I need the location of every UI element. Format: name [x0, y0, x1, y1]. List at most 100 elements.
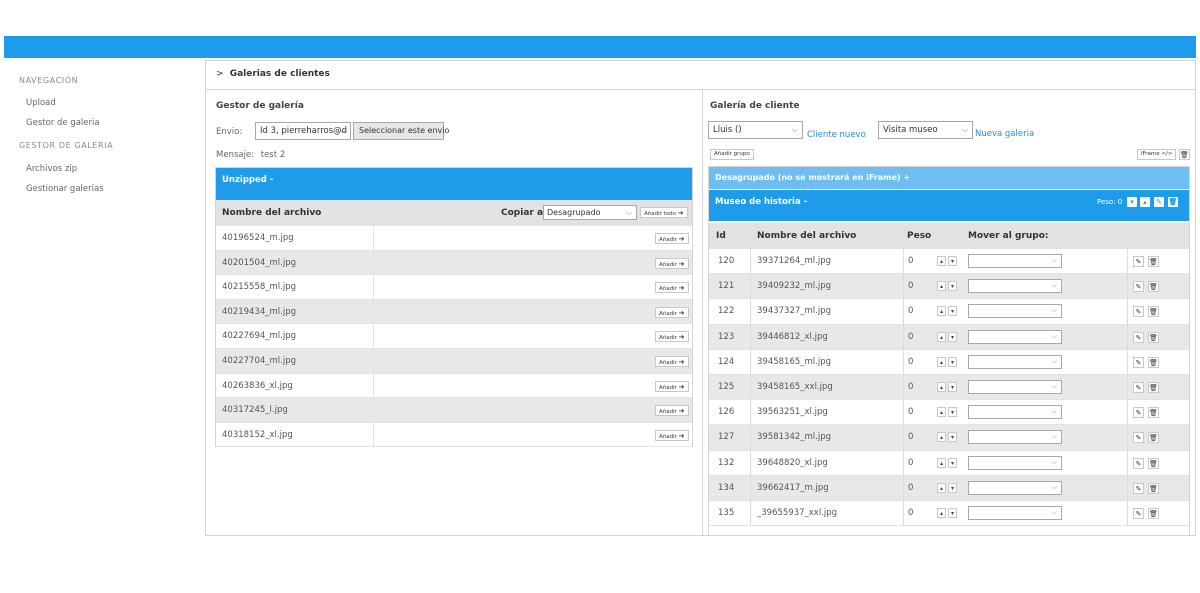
edit-icon[interactable]: ✎: [1133, 457, 1144, 469]
chevron-down-icon[interactable]: ▾: [948, 432, 957, 443]
chevron-down-icon[interactable]: ▾: [1127, 197, 1137, 207]
select-envio-button[interactable]: Seleccionar este envio: [353, 122, 449, 140]
add-file-button[interactable]: Añadir ➔: [655, 306, 689, 318]
trash-icon[interactable]: 🗑: [1148, 382, 1159, 393]
arrow-right-icon: ➔: [678, 333, 685, 342]
edit-icon[interactable]: ✎: [1133, 407, 1144, 419]
chevron-down-icon[interactable]: ▾: [948, 281, 957, 292]
chevron-down-icon[interactable]: ▾: [948, 482, 957, 493]
chevron-up-icon[interactable]: ▴: [937, 432, 946, 443]
add-file-button[interactable]: Añadir ➔: [655, 356, 689, 367]
trash-icon[interactable]: 🗑: [1148, 356, 1159, 368]
move-group-select[interactable]: ⌵: [968, 455, 1062, 470]
add-file-button[interactable]: Añadir ➔: [655, 331, 689, 343]
sidebar-item-upload[interactable]: Upload: [26, 98, 56, 108]
trash-icon[interactable]: 🗑: [1179, 149, 1190, 160]
move-group-select[interactable]: ⌵: [968, 405, 1062, 420]
add-file-button[interactable]: Añadir ➔: [655, 429, 689, 441]
add-file-button[interactable]: Añadir ➔: [655, 380, 689, 392]
trash-icon[interactable]: 🗑: [1148, 457, 1159, 469]
add-file-button[interactable]: Añadir ➔: [655, 282, 689, 294]
chevron-down-icon[interactable]: ▾: [948, 508, 957, 518]
edit-icon[interactable]: ✎: [1133, 482, 1144, 494]
move-group-select[interactable]: ⌵: [968, 304, 1062, 319]
trash-icon[interactable]: 🗑: [1148, 508, 1159, 519]
ungrouped-header[interactable]: Desagrupado (no se mostrará en iFrame) +: [709, 167, 1189, 189]
chevron-up-icon[interactable]: ▴: [937, 256, 946, 266]
edit-icon[interactable]: ✎: [1133, 281, 1144, 293]
sidebar-item-archivos-zip[interactable]: Archivos zip: [26, 164, 77, 174]
trash-icon[interactable]: 🗑: [1148, 256, 1159, 267]
trash-icon[interactable]: 🗑: [1148, 281, 1159, 293]
move-group-select[interactable]: ⌵: [968, 430, 1062, 445]
sidebar-item-gestionar-galerias[interactable]: Gestionar galerias: [26, 184, 104, 194]
trash-icon[interactable]: 🗑: [1148, 306, 1159, 318]
chevron-up-icon[interactable]: ▴: [937, 306, 946, 317]
chevron-up-icon[interactable]: ▴: [937, 331, 946, 342]
chevron-down-icon[interactable]: ▾: [948, 457, 957, 468]
edit-icon[interactable]: ✎: [1133, 331, 1144, 343]
files-table-header: Nombre del archivo Copiar a: Desagrupado…: [216, 200, 692, 226]
column-divider: [750, 324, 751, 349]
chevron-up-icon[interactable]: ▴: [937, 281, 946, 292]
trash-icon[interactable]: 🗑: [1148, 407, 1159, 419]
chevron-up-icon[interactable]: ▴: [937, 407, 946, 418]
chevron-up-icon[interactable]: ▴: [937, 457, 946, 468]
client-select[interactable]: Lluis () ⌵: [708, 121, 803, 139]
add-file-button[interactable]: Añadir ➔: [655, 405, 689, 417]
move-group-select[interactable]: ⌵: [968, 480, 1062, 495]
add-group-button[interactable]: Añadir grupo: [710, 149, 754, 160]
chevron-up-icon[interactable]: ▴: [1140, 197, 1150, 207]
trash-icon[interactable]: 🗑: [1168, 197, 1178, 207]
move-group-select[interactable]: ⌵: [968, 329, 1062, 344]
edit-icon[interactable]: ✎: [1133, 432, 1144, 444]
envio-select[interactable]: Id 3, pierreharros@d ⌵: [255, 122, 351, 140]
chevron-down-icon[interactable]: ▾: [948, 256, 957, 266]
new-gallery-link[interactable]: Nueva galeria: [975, 129, 1034, 139]
chevron-up-icon[interactable]: ▴: [937, 508, 946, 518]
add-file-button[interactable]: Añadir ➔: [655, 257, 689, 269]
edit-icon[interactable]: ✎: [1133, 382, 1144, 393]
edit-icon[interactable]: ✎: [1133, 508, 1144, 519]
move-group-select[interactable]: ⌵: [968, 354, 1062, 369]
chevron-down-icon[interactable]: ▾: [948, 331, 957, 342]
move-group-select[interactable]: ⌵: [968, 506, 1062, 520]
col-move: Mover al grupo:: [968, 231, 1049, 241]
trash-icon[interactable]: 🗑: [1148, 331, 1159, 343]
group-file-row: 121 39409232_ml.jpg 0 ▴ ▾ ⌵ ✎ 🗑: [709, 274, 1189, 300]
copiar-select[interactable]: Desagrupado ⌵: [543, 205, 637, 220]
file-name: 40227704_ml.jpg: [222, 356, 297, 366]
sidebar-item-gestor-galeria[interactable]: Gestor de galeria: [26, 118, 100, 128]
row-id: 125: [718, 382, 735, 392]
arrow-right-icon: ➔: [678, 259, 685, 268]
add-all-button[interactable]: Añadir todo ➔: [640, 207, 688, 218]
row-peso: 0: [908, 508, 914, 518]
chevron-up-icon[interactable]: ▴: [937, 356, 946, 367]
iframe-button[interactable]: iFrame </>: [1137, 149, 1177, 160]
client-gallery: Galería de cliente Lluis () ⌵ Cliente nu…: [703, 90, 1195, 536]
trash-icon[interactable]: 🗑: [1148, 482, 1159, 494]
copiar-select-value: Desagrupado: [547, 208, 601, 217]
add-file-button[interactable]: Añadir ➔: [655, 233, 689, 244]
chevron-down-icon[interactable]: ▾: [948, 382, 957, 392]
chevron-down-icon[interactable]: ▾: [948, 306, 957, 317]
new-client-link[interactable]: Cliente nuevo: [807, 130, 866, 140]
gallery-select[interactable]: Visita museo ⌵: [878, 121, 973, 139]
edit-icon[interactable]: ✎: [1133, 256, 1144, 267]
move-group-select[interactable]: ⌵: [968, 380, 1062, 394]
unzipped-header[interactable]: Unzipped -: [216, 168, 692, 200]
edit-icon[interactable]: ✎: [1154, 197, 1164, 207]
move-group-select[interactable]: ⌵: [968, 279, 1062, 294]
group-file-row: 134 39662417_m.jpg 0 ▴ ▾ ⌵ ✎ 🗑: [709, 475, 1189, 501]
chevron-up-icon[interactable]: ▴: [937, 382, 946, 392]
column-divider: [1127, 400, 1128, 425]
edit-icon[interactable]: ✎: [1133, 306, 1144, 318]
chevron-down-icon: ⌵: [1051, 382, 1057, 390]
group-title[interactable]: Museo de historia -: [715, 197, 807, 207]
chevron-up-icon[interactable]: ▴: [937, 482, 946, 493]
chevron-down-icon[interactable]: ▾: [948, 356, 957, 367]
edit-icon[interactable]: ✎: [1133, 356, 1144, 368]
chevron-down-icon[interactable]: ▾: [948, 407, 957, 418]
trash-icon[interactable]: 🗑: [1148, 432, 1159, 444]
move-group-select[interactable]: ⌵: [968, 254, 1062, 268]
